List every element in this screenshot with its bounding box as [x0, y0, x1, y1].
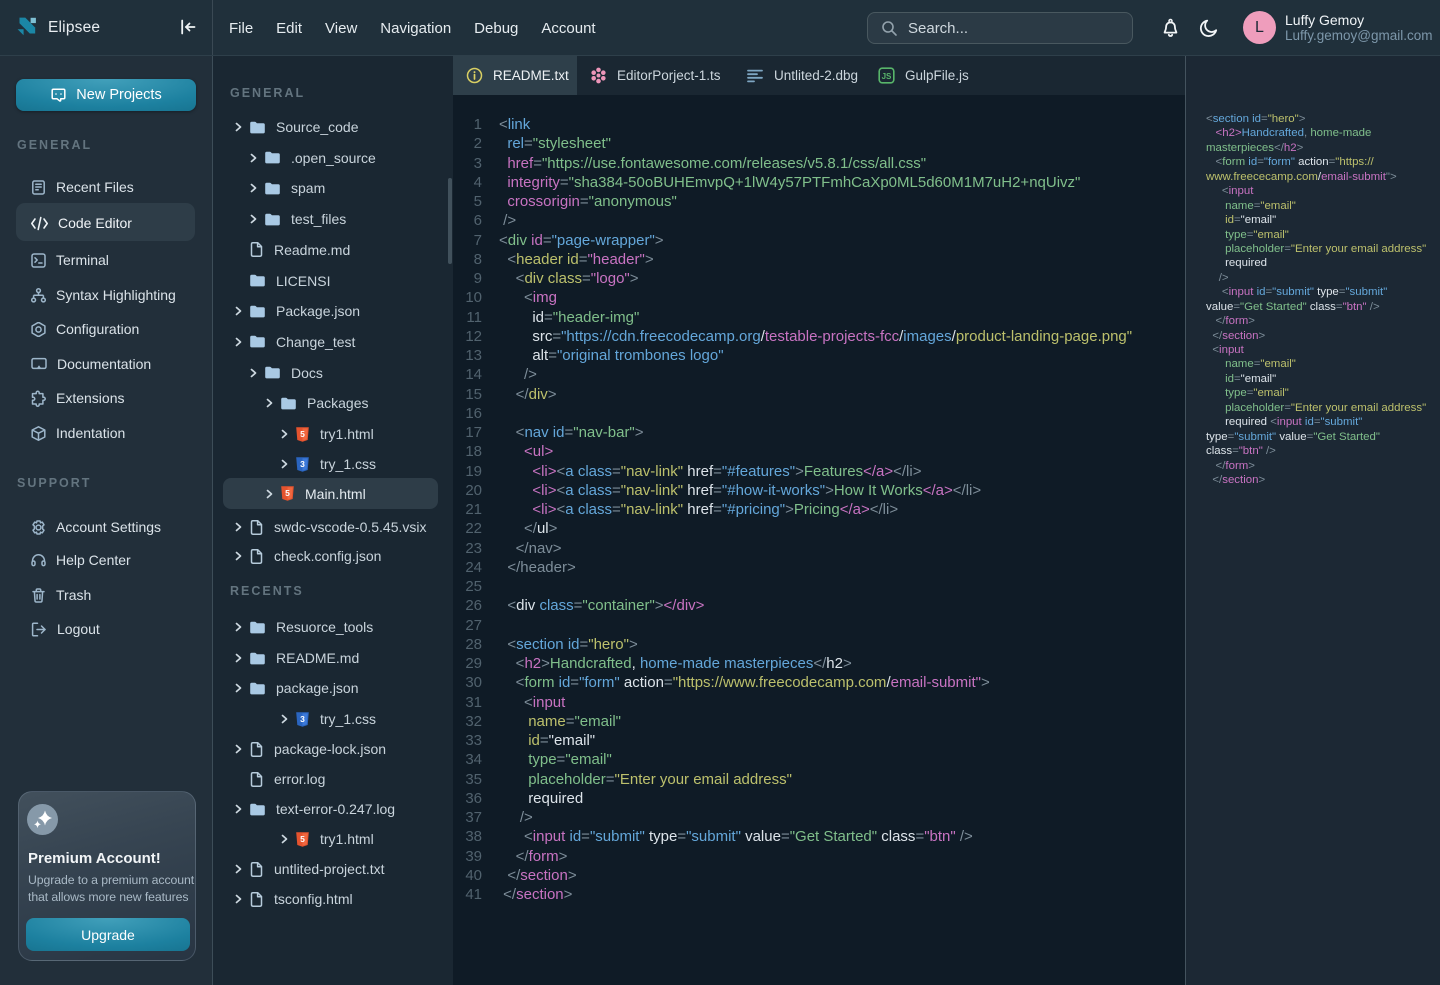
- svg-text:5: 5: [285, 488, 290, 498]
- svg-text:JS: JS: [882, 72, 892, 81]
- svg-text:5: 5: [300, 429, 305, 439]
- svg-text:3: 3: [300, 459, 305, 469]
- svg-text:3: 3: [300, 714, 305, 724]
- svg-text:5: 5: [300, 834, 305, 844]
